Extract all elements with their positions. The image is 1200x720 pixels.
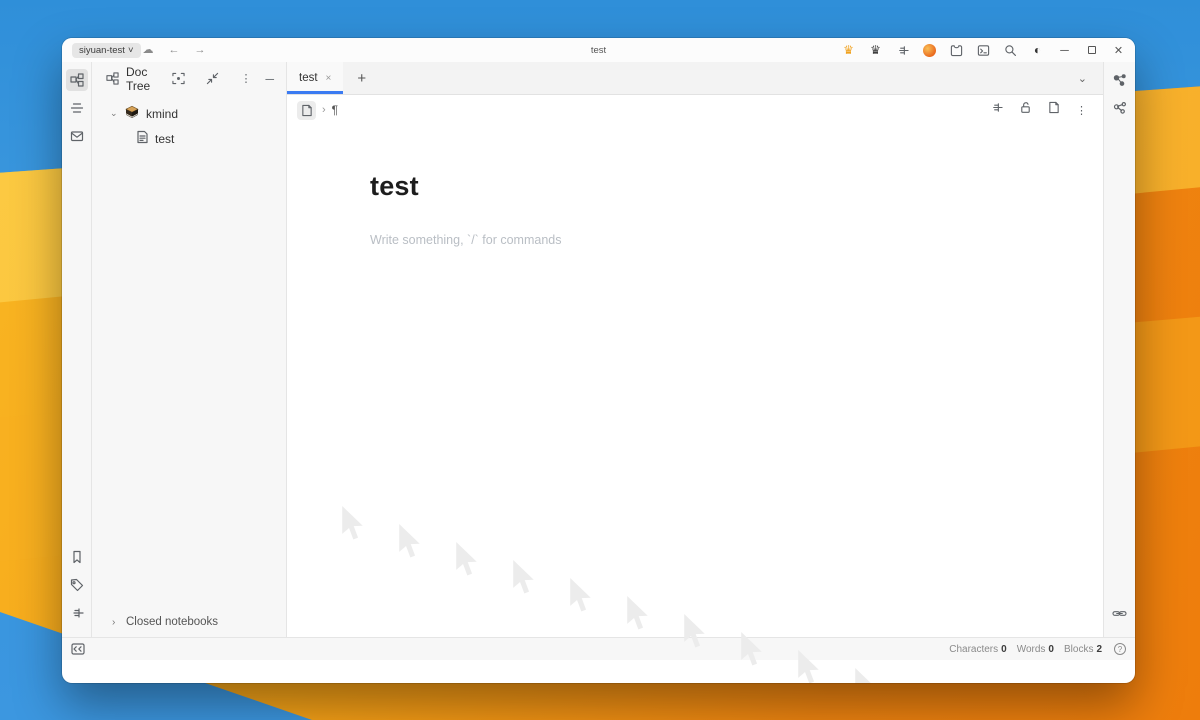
panel-min-icon[interactable]: ─ [265, 72, 274, 86]
chevron-down-icon: ˅ [128, 45, 134, 56]
plugin-emoji-icon[interactable] [923, 44, 936, 57]
doc-title[interactable]: test [370, 171, 1063, 202]
dock-bookmark-icon[interactable] [66, 546, 88, 568]
connections-icon[interactable] [990, 101, 1003, 119]
workspace-name: siyuan-test [79, 45, 125, 56]
minimize-icon[interactable]: ─ [1058, 44, 1071, 57]
characters-counter: Characters0 [949, 644, 1006, 655]
notebook-name: kmind [146, 107, 178, 121]
paragraph-mark[interactable]: ¶ [332, 103, 338, 117]
left-dock [62, 62, 92, 637]
search-icon[interactable] [1004, 44, 1017, 57]
doc-tree-panel: Doc Tree ⋮ ─ ⌄ [92, 62, 287, 637]
dock-plugin-icon[interactable] [66, 602, 88, 624]
plugin-plug-icon[interactable] [896, 44, 909, 57]
collapse-all-icon[interactable] [206, 72, 219, 85]
notebook-row-kmind[interactable]: ⌄ kmind [92, 101, 286, 126]
words-counter: Words0 [1017, 644, 1054, 655]
breadcrumb: › ¶ ⋮ [287, 95, 1103, 125]
ghost-cursor-icon [853, 668, 879, 683]
forward-icon[interactable]: → [195, 45, 206, 56]
help-icon[interactable]: ? [1114, 643, 1126, 655]
command-panel-icon[interactable] [977, 44, 990, 57]
editor-more-icon[interactable]: ⋮ [1076, 104, 1087, 117]
tab-bar: test × + ⌄ [287, 62, 1103, 95]
member-crown-icon[interactable]: ♛ [869, 44, 882, 57]
tab-list-chevron-icon[interactable]: ⌄ [1062, 62, 1103, 94]
cloud-sync-icon[interactable]: ☁ [143, 45, 154, 56]
close-icon[interactable]: ✕ [1112, 44, 1125, 57]
tab-test[interactable]: test × [287, 62, 343, 94]
chevron-down-icon[interactable]: ⌄ [110, 108, 118, 119]
graph-icon[interactable] [1109, 69, 1131, 91]
doc-tree-header: Doc Tree ⋮ ─ [92, 62, 286, 95]
notebook-icon [124, 105, 140, 122]
breadcrumb-chevron-icon: › [322, 104, 326, 116]
siyuan-window: siyuan-test ˅ ☁ ← → test ♛ ♛ [62, 38, 1135, 683]
maximize-icon[interactable] [1085, 44, 1098, 57]
more-icon[interactable]: ⋮ [240, 72, 251, 85]
titlebar[interactable]: siyuan-test ˅ ☁ ← → test ♛ ♛ [62, 38, 1135, 62]
dock-outline-icon[interactable] [66, 97, 88, 119]
doc-name: test [155, 132, 174, 146]
closed-notebooks-row[interactable]: › Closed notebooks [92, 607, 286, 637]
unlock-icon[interactable] [1019, 101, 1032, 119]
workspace-switcher[interactable]: siyuan-test ˅ [72, 43, 141, 58]
desktop-wallpaper: siyuan-test ˅ ☁ ← → test ♛ ♛ [0, 0, 1200, 720]
theme-contrast-icon[interactable]: ◐ [1031, 44, 1044, 57]
tab-label: test [299, 72, 318, 84]
back-icon[interactable]: ← [169, 45, 180, 56]
bazaar-icon[interactable] [950, 44, 963, 57]
closed-notebooks-label: Closed notebooks [126, 616, 218, 628]
focus-doc-icon[interactable] [172, 72, 185, 85]
backlinks-icon[interactable] [1109, 602, 1131, 624]
word-count[interactable]: Characters0 Words0 Blocks2 ? [949, 643, 1126, 655]
status-bar: Characters0 Words0 Blocks2 ? [62, 637, 1135, 660]
active-tab-underline [287, 91, 343, 94]
editor-placeholder[interactable]: Write something, `/` for commands [370, 233, 1063, 247]
file-icon [136, 130, 149, 147]
chevron-right-icon: › [112, 617, 120, 628]
dock-tag-icon[interactable] [66, 574, 88, 596]
dock-doc-tree-icon[interactable] [66, 69, 88, 91]
global-graph-icon[interactable] [1109, 97, 1131, 119]
editor-area[interactable]: test Write something, `/` for commands [287, 125, 1103, 637]
editor-column: test × + ⌄ › ¶ [287, 62, 1103, 637]
doc-tree-icon [106, 72, 119, 85]
doc-tree: ⌄ kmind [92, 95, 286, 607]
tab-close-icon[interactable]: × [326, 73, 332, 84]
panel-title: Doc Tree [126, 65, 153, 93]
right-dock [1103, 62, 1135, 637]
doc-row-test[interactable]: test [92, 126, 286, 151]
blocks-counter: Blocks2 [1064, 644, 1102, 655]
breadcrumb-doc-icon[interactable] [297, 101, 316, 120]
dock-toggle-icon[interactable] [71, 643, 85, 655]
sponsor-crown-icon[interactable]: ♛ [842, 44, 855, 57]
dock-inbox-icon[interactable] [66, 125, 88, 147]
new-tab-button[interactable]: + [343, 62, 380, 94]
doc-info-icon[interactable] [1048, 101, 1060, 119]
